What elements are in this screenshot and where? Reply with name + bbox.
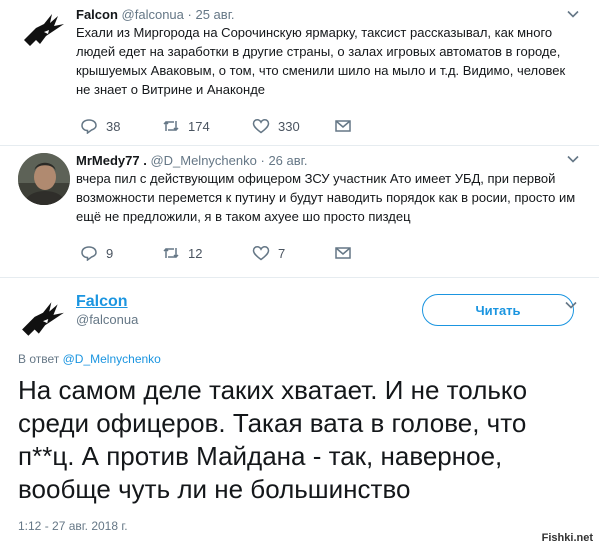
tweet-timestamp[interactable]: 1:12 - 27 авг. 2018 г. (18, 519, 128, 533)
direct-message-button[interactable] (334, 118, 416, 134)
tweet-header: MrMedy77 . @D_Melnychenko · 26 авг. (76, 153, 307, 168)
retweet-button[interactable]: 12 (162, 245, 252, 261)
author-name[interactable]: Falcon (76, 293, 128, 311)
reply-context: В ответ @D_Melnychenko (18, 352, 161, 366)
like-button[interactable]: 330 (252, 118, 334, 134)
envelope-icon (335, 120, 351, 132)
author-handle[interactable]: @falconua (76, 312, 138, 327)
tweet-mrmedy[interactable]: MrMedy77 . @D_Melnychenko · 26 авг. вчер… (0, 145, 599, 278)
tweet-actions: 9 12 7 (80, 245, 416, 261)
retweet-icon (163, 247, 179, 259)
reply-button[interactable]: 9 (80, 245, 162, 261)
chevron-down-icon[interactable] (567, 8, 579, 20)
like-button[interactable]: 7 (252, 245, 334, 261)
tweet-date[interactable]: 25 авг. (195, 7, 234, 22)
envelope-icon (335, 247, 351, 259)
chevron-down-icon[interactable] (565, 299, 577, 311)
separator-dot: · (187, 7, 192, 22)
author-name[interactable]: MrMedy77 . (76, 153, 147, 168)
author-handle[interactable]: @falconua (122, 7, 184, 22)
author-handle[interactable]: @D_Melnychenko (150, 153, 256, 168)
reply-icon (81, 246, 97, 261)
follow-button[interactable]: Читать (422, 294, 574, 326)
heart-icon (252, 119, 270, 134)
like-count: 7 (278, 245, 286, 261)
falcon-bird-avatar-icon[interactable] (20, 297, 66, 341)
author-name[interactable]: Falcon (76, 7, 118, 22)
reply-icon (81, 119, 97, 134)
person-photo-icon (18, 153, 70, 205)
tweet-header: Falcon @falconua · 25 авг. (76, 7, 234, 22)
separator-dot: · (260, 153, 265, 168)
like-count: 330 (278, 118, 300, 134)
watermark: Fishki.net (541, 532, 593, 544)
retweet-count: 12 (188, 245, 203, 261)
reply-prefix: В ответ (18, 352, 60, 366)
falcon-bird-avatar-icon[interactable] (22, 10, 66, 50)
retweet-count: 174 (188, 118, 210, 134)
tweet-actions: 38 174 330 (80, 118, 416, 134)
tweet-text: вчера пил с действующим офицером ЗСУ уча… (76, 171, 576, 224)
reply-button[interactable]: 38 (80, 118, 162, 134)
reply-handle-link[interactable]: @D_Melnychenko (63, 352, 161, 366)
direct-message-button[interactable] (334, 245, 416, 261)
reply-count: 38 (106, 118, 121, 134)
tweet-text: Ехали из Миргорода на Сорочинскую ярмарк… (76, 25, 566, 97)
heart-icon (252, 246, 270, 261)
main-tweet-text: На самом деле таких хватает. И не только… (18, 375, 528, 504)
chevron-down-icon[interactable] (567, 153, 579, 165)
user-photo-avatar[interactable] (18, 153, 70, 205)
tweet-falcon-1[interactable]: Falcon @falconua · 25 авг. Ехали из Мирг… (0, 0, 599, 146)
main-tweet: Falcon @falconua Читать В ответ @D_Melny… (0, 277, 599, 548)
retweet-button[interactable]: 174 (162, 118, 252, 134)
reply-count: 9 (106, 245, 114, 261)
tweet-date[interactable]: 26 авг. (268, 153, 307, 168)
retweet-icon (163, 120, 179, 132)
